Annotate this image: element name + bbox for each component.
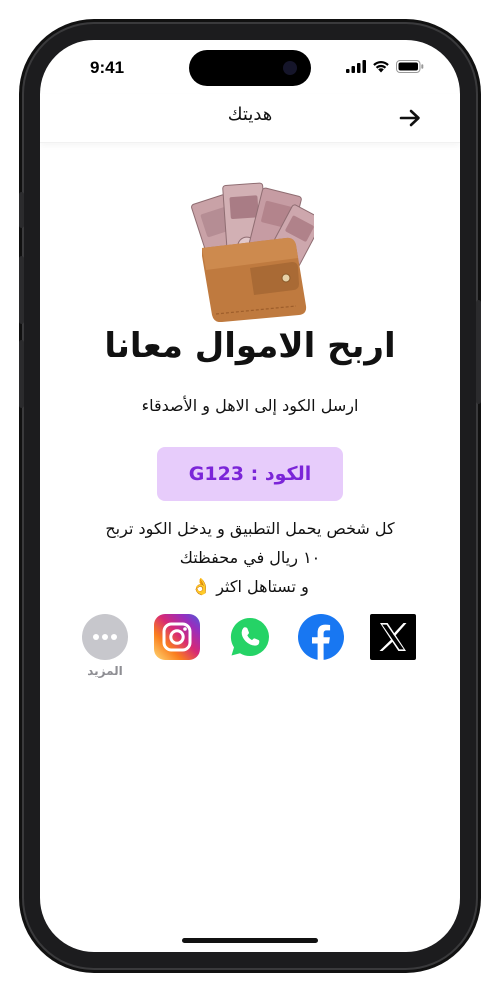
top-navigation-bar: هديتك [40, 94, 460, 143]
instagram-icon [154, 614, 200, 660]
signal-icon [346, 60, 366, 73]
referral-code-label: الكود : G123 [188, 463, 312, 485]
share-more-button[interactable] [82, 614, 128, 660]
status-icons [346, 60, 424, 73]
camera-icon [283, 61, 297, 75]
whatsapp-icon [230, 617, 269, 657]
share-facebook-button[interactable] [298, 614, 344, 660]
share-whatsapp-button[interactable] [227, 614, 273, 660]
x-icon [370, 614, 416, 660]
status-time: 9:41 [90, 58, 125, 77]
battery-icon [396, 60, 424, 73]
side-button-volume-down [19, 340, 24, 408]
back-button[interactable] [396, 104, 424, 132]
headline: اربح الاموال معانا [104, 326, 396, 366]
home-indicator[interactable] [182, 938, 318, 943]
app-screen: 9:41 هديتك اربح الاموال معانا ارسل الكود… [40, 40, 460, 952]
share-instagram-button[interactable] [154, 614, 200, 660]
referral-code-box[interactable]: الكود : G123 [157, 447, 343, 501]
wallet-with-money-image [191, 182, 314, 322]
side-button-power [476, 300, 481, 404]
arrow-right-icon [399, 109, 420, 127]
subtitle: ارسل الكود إلى الاهل و الأصدقاء [141, 396, 359, 415]
dynamic-island [189, 50, 311, 86]
share-x-button[interactable] [370, 614, 416, 660]
side-button-volume-up [19, 256, 24, 324]
more-icon [82, 614, 128, 660]
facebook-icon [298, 614, 344, 660]
description-line-3: و تستاهل اكثر 👌 [191, 577, 309, 596]
referral-description: كل شخص يحمل التطبيق و يدخل الكود تربح ١٠… [60, 514, 440, 601]
more-label: المزيد [87, 664, 123, 678]
description-line-2: ١٠ ريال في محفظتك [179, 548, 321, 567]
share-options: المزيد [40, 614, 460, 684]
wifi-icon [373, 61, 389, 73]
description-line-1: كل شخص يحمل التطبيق و يدخل الكود تربح [105, 519, 395, 538]
side-button-action [19, 192, 24, 228]
